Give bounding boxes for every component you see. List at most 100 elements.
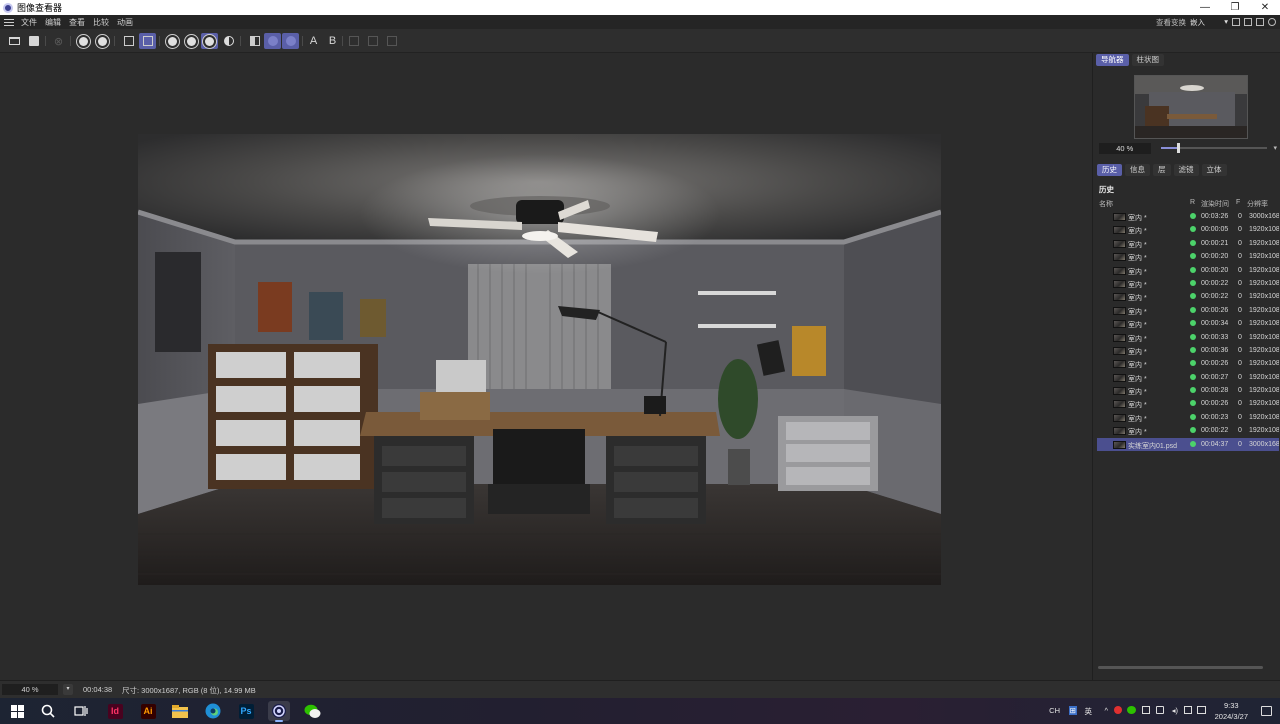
file-explorer-icon[interactable] [169,701,191,721]
history-row[interactable]: 室内 * 00:00:22 0 1920x1080 [1097,290,1279,303]
history-row[interactable]: 室内 * 00:00:33 0 1920x1080 [1097,331,1279,344]
region-render-icon[interactable] [120,33,137,49]
history-row[interactable]: 室内 * 00:00:26 0 1920x1080 [1097,304,1279,317]
history-row[interactable]: 室内 * 00:00:27 0 1920x1080 [1097,371,1279,384]
filter-icon[interactable] [164,33,181,49]
history-item-time: 00:00:28 [1201,387,1229,395]
history-row[interactable]: 室内 * 00:00:36 0 1920x1080 [1097,344,1279,357]
menu-edit[interactable]: 编辑 [42,17,66,28]
zoom-slider[interactable] [1160,143,1268,153]
history-row[interactable]: 室内 * 00:00:21 0 1920x1080 [1097,237,1279,250]
hamburger-menu-icon[interactable] [4,18,14,26]
battery-icon[interactable] [1184,706,1192,714]
history-row[interactable]: 室内 * 00:00:28 0 1920x1080 [1097,384,1279,397]
render-settings-icon[interactable] [75,33,92,49]
navigator-thumbnail[interactable] [1134,75,1248,139]
history-row[interactable]: 室内 * 00:00:34 0 1920x1080 [1097,317,1279,330]
illustrator-taskbar-icon[interactable]: Ai [137,701,159,721]
chevron-down-icon[interactable]: ▾ [1273,144,1277,152]
navigator-zoom-value[interactable]: 40 % [1099,142,1151,154]
tab-histogram[interactable]: 柱状图 [1131,54,1164,66]
notification-center-icon[interactable] [1261,706,1272,716]
history-row[interactable]: 室内 * 00:00:22 0 1920x1080 [1097,277,1279,290]
volume-icon[interactable]: ◂) [1172,706,1178,715]
open-folder-icon[interactable] [6,33,23,49]
chevron-down-icon[interactable]: ▾ [63,684,73,695]
split-icon[interactable] [383,33,400,49]
channel-b-icon[interactable] [282,33,299,49]
tab-filters[interactable]: 滤镜 [1173,164,1199,176]
popout-icon[interactable] [1244,18,1252,26]
interactive-region-icon[interactable] [139,33,156,49]
show-hidden-icons-icon[interactable]: ^ [1104,706,1108,715]
fit-icon[interactable] [1256,18,1264,26]
menu-view[interactable]: 查看 [66,17,90,28]
history-row[interactable]: 室内 * 00:00:05 0 1920x1080 [1097,223,1279,236]
history-row[interactable]: 室内 * 00:00:26 0 1920x1080 [1097,397,1279,410]
menu-animation[interactable]: 动画 [114,17,138,28]
swap-icon[interactable] [345,33,362,49]
remove-icon[interactable]: ⊗ [50,33,67,49]
history-row[interactable]: 室内 * 00:00:22 0 1920x1080 [1097,424,1279,437]
restore-button[interactable]: ❐ [1220,0,1250,15]
set-b-button[interactable]: B [324,33,341,49]
cinema4d-taskbar-icon[interactable] [268,701,290,722]
image-viewport[interactable] [0,53,1092,680]
close-button[interactable]: ✕ [1250,0,1280,15]
tab-navigator[interactable]: 导航器 [1096,54,1129,66]
history-row[interactable]: 室内 * 00:00:23 0 1920x1080 [1097,411,1279,424]
hand-tool-icon[interactable] [1268,18,1276,26]
column-name[interactable]: 名称 [1099,199,1113,209]
history-row[interactable]: 实练室内01.psd 00:04:37 0 3000x1687 [1097,437,1279,452]
ime-mode-indicator[interactable]: 英 [1085,706,1093,717]
history-row[interactable]: 室内 * 00:00:20 0 1920x1080 [1097,264,1279,277]
wechat-tray-icon[interactable] [1127,706,1136,714]
task-view-icon[interactable] [70,701,92,721]
column-f[interactable]: F [1236,199,1240,206]
column-r[interactable]: R [1190,199,1195,206]
history-item-resolution: 1920x1080 [1249,333,1279,341]
panel-scrollbar[interactable] [1098,666,1263,669]
menu-file[interactable]: 文件 [18,17,42,28]
network-icon[interactable] [1142,706,1150,714]
filter-2-icon[interactable] [183,33,200,49]
filter-active-icon[interactable] [201,33,218,49]
contrast-icon[interactable] [220,33,237,49]
tab-history[interactable]: 历史 [1097,164,1122,176]
history-row[interactable]: 室内 * 00:03:26 0 3000x1687 [1097,210,1279,223]
search-icon[interactable] [37,701,59,721]
tab-stereo[interactable]: 立体 [1201,164,1227,176]
photoshop-taskbar-icon[interactable]: Ps [235,701,257,721]
set-a-button[interactable]: A [305,33,322,49]
notification-app-icon[interactable] [1197,706,1206,714]
menu-compare[interactable]: 比较 [90,17,114,28]
edge-browser-icon[interactable] [202,701,224,721]
save-disk-icon[interactable] [25,33,42,49]
history-row[interactable]: 室内 * 00:00:20 0 1920x1080 [1097,250,1279,263]
history-row[interactable]: 室内 * 00:00:26 0 1920x1080 [1097,357,1279,370]
column-resolution[interactable]: 分辨率 [1247,199,1268,209]
ab-compare-icon[interactable] [246,33,263,49]
status-zoom-input[interactable]: 40 % [2,684,58,695]
view-transform-select[interactable]: 嵌入 ▾ [1190,17,1228,28]
panel-layout-icon[interactable] [1232,18,1240,26]
start-button[interactable] [6,701,28,721]
history-item-f: 0 [1238,279,1242,287]
column-render-time[interactable]: 渲染时间 [1201,199,1229,209]
wechat-taskbar-icon[interactable] [301,701,323,721]
channel-a-icon[interactable] [264,33,281,49]
tab-info[interactable]: 信息 [1125,164,1150,176]
tray-app-icon[interactable] [1114,706,1122,714]
minimize-button[interactable]: — [1190,0,1220,15]
zoom-slider-handle[interactable] [1176,143,1180,153]
ime-grid-icon[interactable]: ⊞ [1068,706,1077,715]
display-icon[interactable] [1156,706,1164,714]
tab-layers[interactable]: 层 [1153,164,1171,176]
taskbar-clock[interactable]: 9:33 2024/3/27 [1215,700,1248,722]
status-dot-icon [1190,346,1196,353]
indesign-taskbar-icon[interactable]: Id [104,701,126,721]
render-icon[interactable] [94,33,111,49]
overlay-icon[interactable] [364,33,381,49]
language-indicator[interactable]: CH [1049,706,1060,715]
render-thumbnail [1113,440,1126,449]
